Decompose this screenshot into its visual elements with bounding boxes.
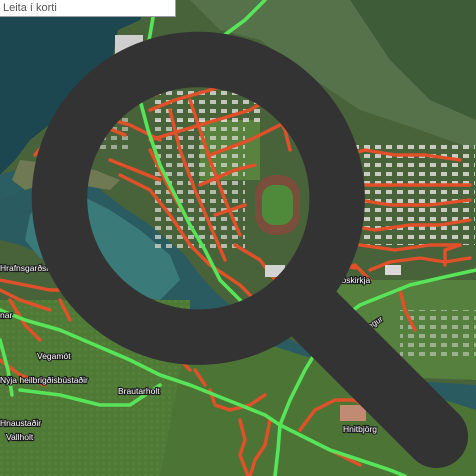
search-button[interactable] [31,0,469,469]
search-icon [31,31,469,469]
map-view[interactable]: Hrafnsgarðshús nar Vegamót Nýja heilbrig… [0,0,476,476]
map-search-bar [0,0,469,469]
